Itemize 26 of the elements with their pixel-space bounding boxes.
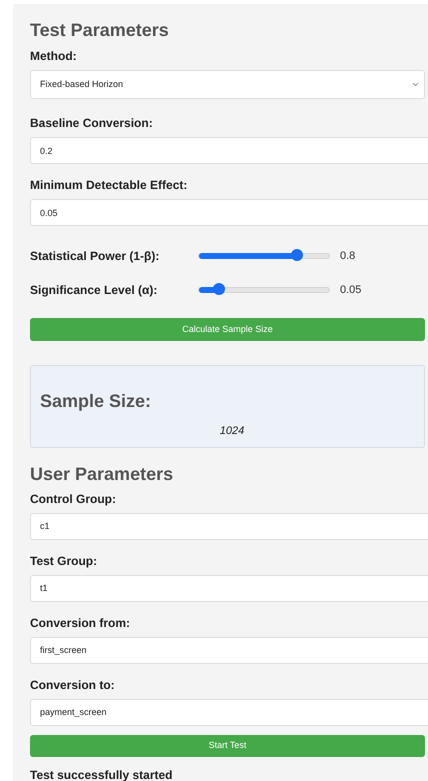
slider-thumb[interactable] [290, 249, 302, 262]
input-field[interactable]: 0.2 [30, 137, 428, 164]
method-select[interactable]: Fixed-based Horizon [30, 70, 425, 99]
field-label: Conversion from: [30, 614, 132, 631]
field-label: Baseline Conversion: [30, 115, 154, 131]
input-field[interactable]: payment_screen [30, 698, 428, 726]
slider-label: Statistical Power (1-β): [30, 248, 160, 266]
chevron-icon [411, 80, 420, 89]
section-title: Test Parameters [30, 19, 170, 41]
slider-label: Significance Level (α): [30, 282, 158, 300]
field-label: Method: [30, 48, 78, 64]
input-field[interactable]: 0.05 [30, 199, 428, 226]
field-label: Minimum Detectable Effect: [30, 177, 188, 193]
section-title: User Parameters [30, 462, 174, 485]
slider-reading: 0.05 [340, 283, 362, 298]
input-field[interactable]: t1 [30, 574, 428, 602]
input-field[interactable]: c1 [30, 512, 428, 540]
input-field[interactable]: first_screen [30, 636, 428, 664]
result-title: Sample Size: [40, 390, 152, 413]
status-message: Test successfully started [30, 766, 174, 781]
field-label: Test Group: [30, 552, 98, 569]
field-label: Conversion to: [30, 676, 116, 693]
slider-thumb[interactable] [212, 283, 224, 296]
field-label: Control Group: [30, 490, 117, 507]
sample-size-value: 1024 [220, 424, 244, 439]
slider-reading: 0.8 [340, 248, 356, 264]
